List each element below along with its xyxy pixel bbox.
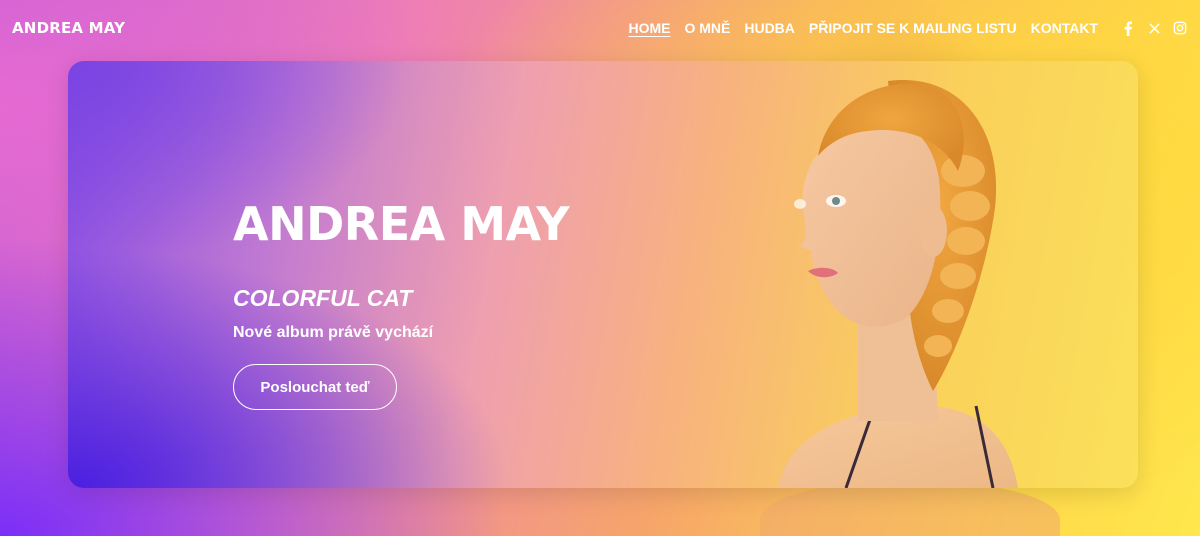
nav-item-music[interactable]: HUDBA	[744, 20, 795, 36]
nav-item-contact[interactable]: KONTAKT	[1031, 20, 1098, 36]
x-icon[interactable]	[1146, 20, 1162, 36]
listen-now-button[interactable]: Poslouchat teď	[233, 364, 397, 410]
instagram-icon[interactable]	[1172, 20, 1188, 36]
main-nav: HOME O MNĚ HUDBA PŘIPOJIT SE K MAILING L…	[614, 20, 1188, 36]
nav-item-mailing-list[interactable]: PŘIPOJIT SE K MAILING LISTU	[809, 20, 1017, 36]
site-header: ANDREA MAY HOME O MNĚ HUDBA PŘIPOJIT SE …	[0, 0, 1200, 56]
album-title: COLORFUL CAT	[233, 285, 413, 311]
social-links	[1110, 20, 1188, 36]
hero-card: ANDREA MAY COLORFUL CAT Nové album právě…	[68, 61, 1138, 488]
album-subtitle: Nové album právě vychází	[233, 324, 434, 341]
background-portrait-shoulder	[760, 480, 1060, 536]
facebook-icon[interactable]	[1120, 20, 1136, 36]
nav-item-about[interactable]: O MNĚ	[684, 20, 730, 36]
nav-item-home[interactable]: HOME	[628, 20, 670, 36]
site-logo[interactable]: ANDREA MAY	[12, 19, 125, 37]
hero-content: ANDREA MAY COLORFUL CAT Nové album právě…	[233, 197, 570, 410]
artist-portrait	[778, 80, 1018, 488]
artist-name-heading: ANDREA MAY	[233, 197, 570, 251]
